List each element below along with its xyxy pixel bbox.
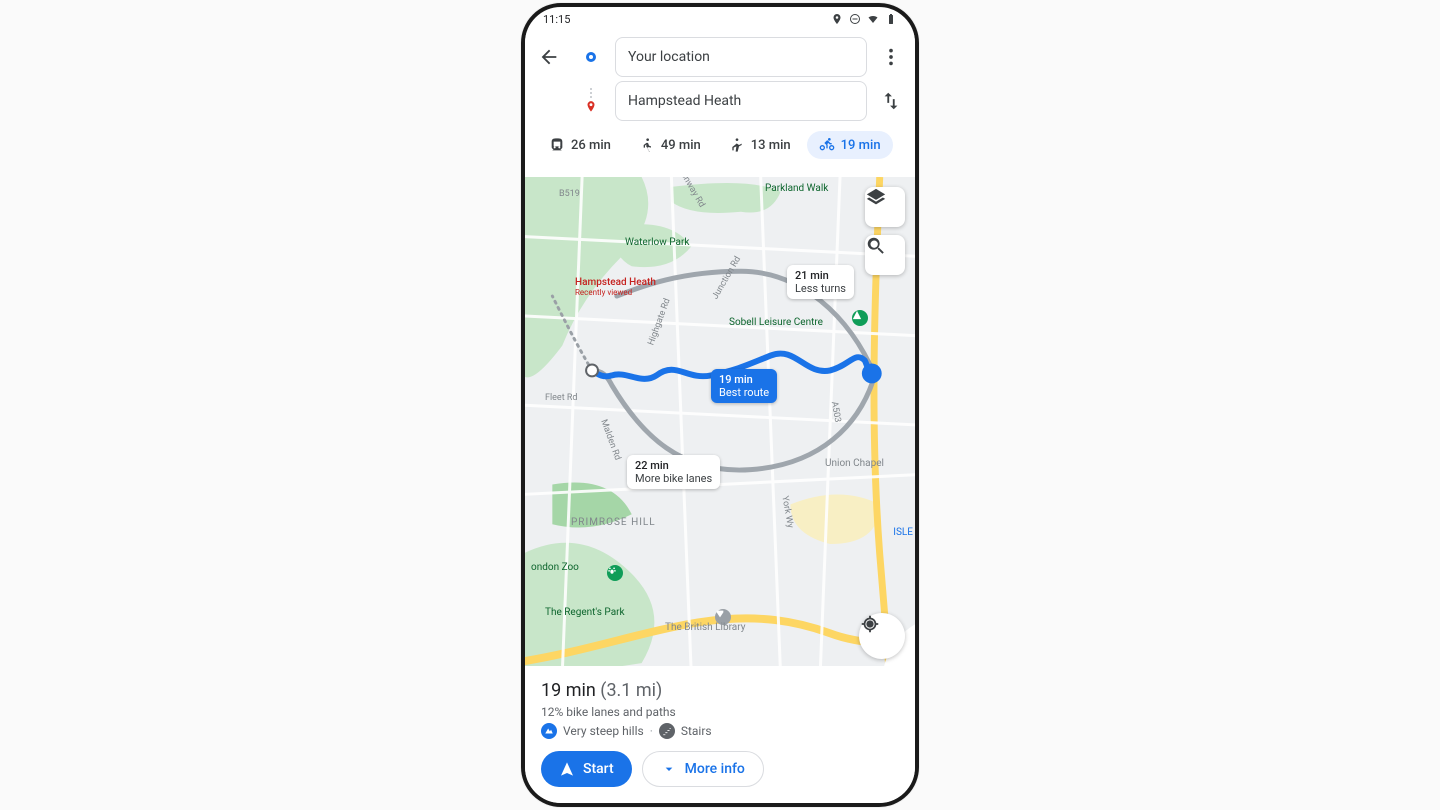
chevron-down-icon [661,761,677,777]
status-bar: 11:15 [525,7,915,31]
route-attributes: Very steep hills · Stairs [541,723,899,739]
recenter-button[interactable] [859,613,905,659]
dots-vertical-icon [880,46,902,68]
travel-mode-tabs: 26 min 49 min 13 min 19 min [531,127,909,167]
route-connector-icon [590,88,592,98]
layers-icon [865,187,887,209]
phone-frame: 11:15 Your location [521,3,919,807]
more-info-label: More info [685,761,745,777]
train-icon [549,137,565,153]
mode-bike-label: 19 min [841,138,881,153]
route-dot-origin [573,52,609,62]
walk-icon [639,137,655,153]
destination-field[interactable]: Hampstead Heath [615,81,867,121]
route-alt1-badge[interactable]: 21 minLess turns [787,265,854,299]
back-button[interactable] [531,39,567,75]
map-road-label: B519 [559,189,580,199]
map-poi-label: ondon Zoo [531,562,579,573]
crosshair-icon [859,613,881,635]
tag-hills-label: Very steep hills [563,724,644,738]
poi-marker[interactable] [852,310,868,326]
map-poi-label: The British Library [665,622,745,633]
hills-icon [541,723,557,739]
map-park-label: Waterlow Park [625,237,689,248]
map-canvas[interactable]: Hampstead Heath Recently viewed Parkland… [525,177,915,673]
mode-walk[interactable]: 49 min [627,131,713,159]
swap-vertical-icon [880,90,902,112]
summary-subtitle: 12% bike lanes and paths [541,705,899,719]
mode-transit[interactable]: 26 min [537,131,623,159]
map-park-label: The Regent's Park [545,607,625,618]
route-alt2-badge[interactable]: 22 minMore bike lanes [627,455,720,489]
map-road-label: Fleet Rd [545,393,578,403]
route-summary-sheet: 19 min (3.1 mi) 12% bike lanes and paths… [525,666,915,803]
summary-title: 19 min (3.1 mi) [541,680,899,701]
pin-icon [584,100,598,114]
origin-text: Your location [628,49,710,65]
destination-label: Hampstead Heath Recently viewed [575,277,656,297]
arrow-left-icon [538,46,560,68]
mode-bike[interactable]: 19 min [807,131,893,159]
mode-walk-label: 49 min [661,138,701,153]
map-park-label: Parkland Walk [765,183,828,194]
overflow-menu-button[interactable] [873,39,909,75]
mode-rideshare[interactable]: 13 min [717,131,803,159]
directions-header: Your location Hampstead Heath 26 min [525,31,915,167]
poi-zoo-marker[interactable] [607,565,623,581]
navigate-icon [559,761,575,777]
bike-icon [819,137,835,153]
origin-field[interactable]: Your location [615,37,867,77]
swap-button[interactable] [873,83,909,119]
map-area-label: PRIMROSE HILL [571,517,656,528]
start-label: Start [583,761,614,777]
mode-transit-label: 26 min [571,138,611,153]
search-icon [865,235,887,257]
stairs-icon [659,723,675,739]
wifi-icon [867,13,879,25]
mode-rideshare-label: 13 min [751,138,791,153]
dnd-icon [849,13,861,25]
summary-distance: (3.1 mi) [600,680,662,701]
status-time: 11:15 [543,13,570,26]
map-area-label: ISLE [893,527,913,538]
location-icon [831,13,843,25]
tag-stairs-label: Stairs [681,724,712,738]
search-button[interactable] [865,235,905,275]
more-info-button[interactable]: More info [642,751,764,787]
hail-icon [729,137,745,153]
map-poi-label: Union Chapel [825,458,884,469]
layers-button[interactable] [865,187,905,227]
battery-icon [885,13,897,25]
start-navigation-button[interactable]: Start [541,751,632,787]
destination-text: Hampstead Heath [628,93,741,109]
map-poi-label: Sobell Leisure Centre [729,317,823,328]
route-primary-badge[interactable]: 19 minBest route [711,369,777,403]
summary-time: 19 min [541,680,596,701]
